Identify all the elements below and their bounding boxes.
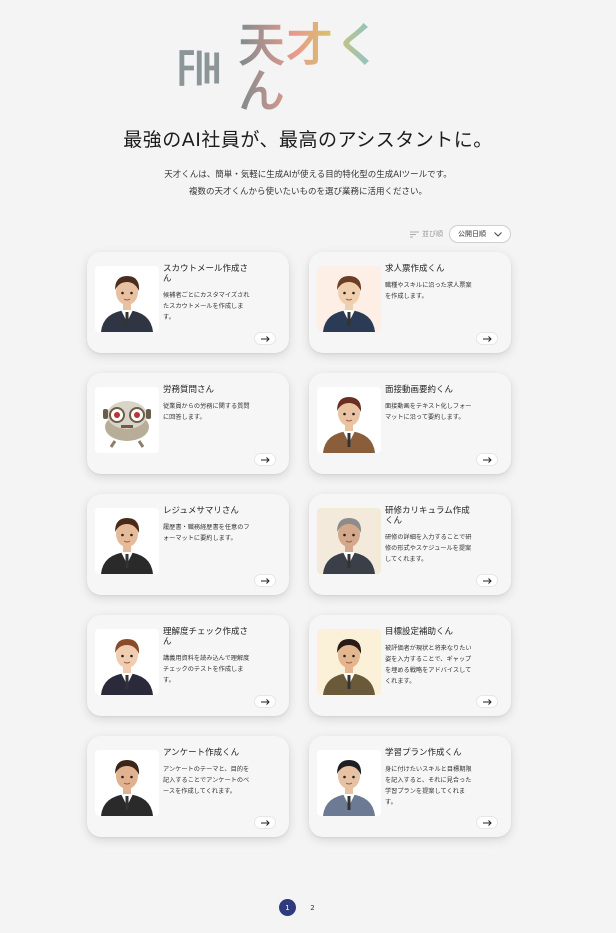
sort-label-text: 並び順 bbox=[422, 230, 443, 238]
card-avatar bbox=[95, 508, 159, 574]
avatar-man-microphone bbox=[95, 750, 159, 816]
card-avatar bbox=[317, 750, 381, 816]
open-tool-button[interactable] bbox=[477, 575, 497, 586]
robot-icon bbox=[95, 387, 159, 453]
logo[interactable]: 天才くん bbox=[178, 22, 424, 114]
arrow-right-icon bbox=[260, 698, 270, 705]
card-title: 研修カリキュラム作成くん bbox=[385, 506, 470, 526]
tool-card[interactable]: 学習プラン作成くん身に付けたいスキルと目標期限を記入すると、それに見合った学習プ… bbox=[309, 736, 511, 837]
description-line-1: 天才くんは、簡単・気軽に生成AIが使える目的特化型の生成AIツールです。 bbox=[164, 170, 452, 180]
sort-select[interactable]: 公開日順 bbox=[449, 225, 511, 243]
tool-card[interactable]: 労務質問さん従業員からの労務に関する質問に回答します。 bbox=[87, 373, 289, 474]
logo-mark-icon bbox=[179, 50, 220, 86]
card-avatar bbox=[317, 629, 381, 695]
open-tool-button[interactable] bbox=[477, 696, 497, 707]
arrow-right-icon bbox=[482, 577, 492, 584]
card-title: 面接動画要約くん bbox=[385, 385, 454, 395]
card-avatar bbox=[95, 266, 159, 332]
tool-card[interactable]: 研修カリキュラム作成くん研修の詳細を入力することで研修の形式やスケジュールを提案… bbox=[309, 494, 511, 595]
tool-card[interactable]: アンケート作成くんアンケートのテーマと、目的を記入することでアンケートのベースを… bbox=[87, 736, 289, 837]
card-avatar bbox=[95, 629, 159, 695]
tool-card[interactable]: 理解度チェック作成さん講義用資料を読み込んで理解度チェックのテストを作成します。 bbox=[87, 615, 289, 716]
page-button[interactable]: 1 bbox=[279, 899, 296, 916]
card-description: 面接動画をテキスト化しフォーマットに沿って要約します。 bbox=[385, 403, 472, 421]
arrow-right-icon bbox=[482, 698, 492, 705]
card-description: 候補者ごとにカスタマイズされたスカウトメールを作成します。 bbox=[163, 292, 250, 321]
tool-card[interactable]: 目標設定補助くん被評価者が現状と将来なりたい姿を入力することで、ギャップを埋める… bbox=[309, 615, 511, 716]
open-tool-button[interactable] bbox=[255, 696, 275, 707]
card-title: 理解度チェック作成さん bbox=[163, 627, 249, 647]
card-description: 従業員からの労務に関する質問に回答します。 bbox=[163, 403, 250, 421]
arrow-right-icon bbox=[482, 335, 492, 342]
arrow-right-icon bbox=[482, 456, 492, 463]
avatar-man-document bbox=[317, 387, 381, 453]
avatar-girl-sign bbox=[95, 629, 159, 695]
page-headline: 最強のAI社員が、最高のアシスタントに。 bbox=[123, 129, 493, 151]
card-description: 研修の詳細を入力することで研修の形式やスケジュールを提案してくれます。 bbox=[385, 534, 472, 563]
card-title: 目標設定補助くん bbox=[385, 627, 454, 637]
description-line-2: 複数の天才くんから使いたいものを選び業務に活用ください。 bbox=[188, 187, 427, 197]
card-description: 身に付けたいスキルと目標期限を記入すると、それに見合った学習プランを提案してくれ… bbox=[385, 766, 472, 806]
card-title: 学習プラン作成くん bbox=[385, 748, 462, 758]
avatar-man-glasses bbox=[317, 750, 381, 816]
open-tool-button[interactable] bbox=[477, 333, 497, 344]
card-description: 職種やスキルに沿った求人票案を作成します。 bbox=[385, 282, 472, 300]
card-title: 求人票作成くん bbox=[385, 264, 445, 274]
open-tool-button[interactable] bbox=[255, 333, 275, 344]
arrow-right-icon bbox=[260, 456, 270, 463]
logo-text: 天才くん bbox=[239, 22, 424, 114]
card-title: スカウトメール作成さん bbox=[163, 264, 249, 284]
card-description: 被評価者が現状と将来なりたい姿を入力することで、ギャップを埋める戦略をアドバイス… bbox=[385, 645, 472, 685]
open-tool-button[interactable] bbox=[255, 817, 275, 828]
card-avatar bbox=[317, 266, 381, 332]
tool-card[interactable]: レジュメサマリさん履歴書・職務経歴書を任意のフォーマットに要約します。 bbox=[87, 494, 289, 595]
arrow-right-icon bbox=[260, 335, 270, 342]
pagination: 12 bbox=[279, 899, 321, 916]
card-description: アンケートのテーマと、目的を記入することでアンケートのベースを作成してくれます。 bbox=[163, 766, 250, 795]
sort-label: 並び順 bbox=[410, 229, 443, 239]
card-description: 講義用資料を読み込んで理解度チェックのテストを作成します。 bbox=[163, 655, 250, 684]
page-description: 天才くんは、簡単・気軽に生成AIが使える目的特化型の生成AIツールです。 複数の… bbox=[0, 167, 616, 201]
open-tool-button[interactable] bbox=[255, 575, 275, 586]
chevron-down-icon bbox=[494, 231, 502, 237]
card-title: 労務質問さん bbox=[163, 385, 215, 395]
sort-control: 並び順 公開日順 bbox=[410, 225, 511, 243]
open-tool-button[interactable] bbox=[477, 454, 497, 465]
card-title: アンケート作成くん bbox=[163, 748, 240, 758]
sort-icon bbox=[410, 231, 419, 237]
card-avatar bbox=[317, 508, 381, 574]
tool-card[interactable]: 面接動画要約くん面接動画をテキスト化しフォーマットに沿って要約します。 bbox=[309, 373, 511, 474]
page-button[interactable]: 2 bbox=[304, 899, 321, 916]
open-tool-button[interactable] bbox=[477, 817, 497, 828]
tool-card[interactable]: 求人票作成くん職種やスキルに沿った求人票案を作成します。 bbox=[309, 252, 511, 353]
card-avatar bbox=[95, 750, 159, 816]
sort-selected-value: 公開日順 bbox=[458, 230, 486, 238]
open-tool-button[interactable] bbox=[255, 454, 275, 465]
arrow-right-icon bbox=[260, 819, 270, 826]
avatar-young-man bbox=[317, 266, 381, 332]
tool-card[interactable]: スカウトメール作成さん候補者ごとにカスタマイズされたスカウトメールを作成します。 bbox=[87, 252, 289, 353]
card-title: レジュメサマリさん bbox=[163, 506, 239, 516]
arrow-right-icon bbox=[482, 819, 492, 826]
avatar-man-suspenders bbox=[317, 629, 381, 695]
card-description: 履歴書・職務経歴書を任意のフォーマットに要約します。 bbox=[163, 524, 250, 542]
tool-card-grid: スカウトメール作成さん候補者ごとにカスタマイズされたスカウトメールを作成します。… bbox=[87, 252, 511, 837]
arrow-right-icon bbox=[260, 577, 270, 584]
avatar-gray-man bbox=[317, 508, 381, 574]
card-avatar bbox=[317, 387, 381, 453]
card-avatar bbox=[95, 387, 159, 453]
avatar-woman-bob bbox=[95, 508, 159, 574]
avatar-woman-curly bbox=[95, 266, 159, 332]
